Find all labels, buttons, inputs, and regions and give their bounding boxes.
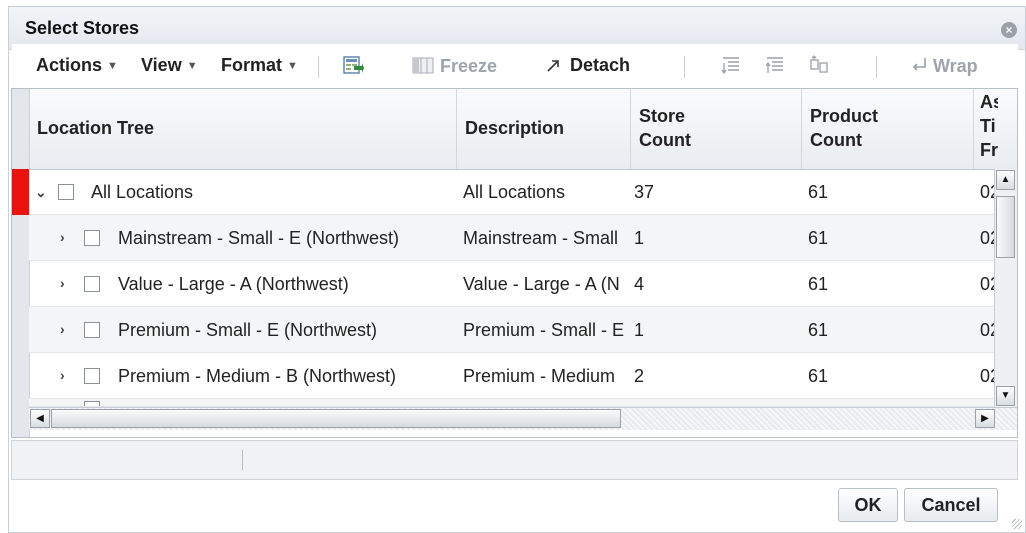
vertical-scroll-thumb[interactable]: [996, 196, 1015, 258]
reorder-columns-icon[interactable]: [808, 54, 830, 76]
location-name: Premium - Small - E (Northwest): [118, 320, 378, 340]
column-header-label: Store: [639, 106, 686, 126]
close-icon[interactable]: ×: [1001, 22, 1017, 38]
scroll-left-icon[interactable]: ◀: [30, 409, 50, 428]
column-header-label: Description: [465, 118, 565, 138]
view-menu-label: View: [141, 55, 182, 75]
location-name: All Locations: [91, 182, 194, 202]
column-header-store-count[interactable]: Store Count: [631, 89, 802, 169]
chevron-right-icon[interactable]: ›: [60, 229, 65, 245]
sort-descending-icon[interactable]: [764, 54, 786, 76]
chevron-down-icon: ▼: [107, 60, 118, 72]
toolbar-divider: [318, 56, 319, 78]
cancel-button[interactable]: Cancel: [904, 488, 998, 522]
view-menu[interactable]: View ▼: [141, 55, 198, 76]
grid-status-bar: [11, 440, 1018, 480]
chevron-right-icon[interactable]: ›: [60, 275, 65, 291]
row-header-column: [12, 89, 30, 437]
product-count-cell: 61: [808, 366, 829, 386]
column-header-label: As: [980, 92, 998, 112]
detach-icon[interactable]: [544, 54, 562, 76]
description-cell: Value - Large - A (N: [463, 274, 620, 294]
store-count-cell: 2: [634, 366, 645, 386]
dialog-title: Select Stores: [25, 18, 140, 38]
location-tree-grid: Location Tree Description Store Count Pr…: [11, 88, 1018, 438]
store-count-cell: 37: [634, 182, 655, 202]
wrap-icon[interactable]: [908, 54, 930, 76]
grid-header-row: Location Tree Description Store Count Pr…: [12, 89, 1017, 170]
table-row[interactable]: ⌄ All Locations All Locations 37 61 02: [29, 169, 1017, 215]
status-divider: [242, 450, 243, 470]
description-cell: Premium - Medium: [463, 366, 616, 386]
vertical-scrollbar[interactable]: ▲ ▼: [994, 169, 1017, 407]
sort-ascending-icon[interactable]: [720, 54, 742, 76]
location-name: Value - Large - A (Northwest): [118, 274, 349, 294]
table-row-partial[interactable]: [29, 399, 1017, 407]
actions-menu-label: Actions: [36, 55, 103, 75]
detach-button[interactable]: Detach: [570, 55, 630, 76]
selected-row-marker: [12, 169, 29, 215]
product-count-cell: 61: [808, 228, 829, 248]
resize-grip-icon[interactable]: [1012, 519, 1022, 529]
row-checkbox[interactable]: [84, 230, 100, 246]
chevron-down-icon: ▼: [287, 60, 298, 72]
column-header-label: Count: [810, 130, 862, 150]
chevron-down-icon[interactable]: ⌄: [35, 184, 47, 201]
row-checkbox[interactable]: [58, 184, 74, 200]
column-header-truncated[interactable]: As Ti Fr: [974, 89, 998, 169]
location-name: Mainstream - Small - E (Northwest): [118, 228, 400, 248]
format-menu[interactable]: Format ▼: [221, 55, 298, 76]
column-header-product-count[interactable]: Product Count: [802, 89, 974, 169]
description-cell: Premium - Small - E: [463, 320, 625, 340]
toolbar-divider: [684, 56, 685, 78]
table-row[interactable]: › Mainstream - Small - E (Northwest) Mai…: [29, 215, 1017, 261]
row-checkbox[interactable]: [84, 368, 100, 384]
scroll-down-icon[interactable]: ▼: [996, 386, 1015, 406]
freeze-icon[interactable]: [411, 54, 435, 76]
horizontal-scroll-thumb[interactable]: [51, 409, 621, 428]
column-header-label: Location Tree: [37, 118, 155, 138]
grid-toolbar: Actions ▼ View ▼ Format ▼ Freeze Detach: [12, 44, 1018, 88]
export-to-excel-icon[interactable]: [342, 54, 364, 76]
column-header-label: Ti: [980, 116, 996, 136]
column-header-location-tree[interactable]: Location Tree: [29, 89, 457, 169]
actions-menu[interactable]: Actions ▼: [36, 55, 118, 76]
description-cell: All Locations: [463, 182, 566, 202]
toolbar-divider: [876, 56, 877, 78]
product-count-cell: 61: [808, 274, 829, 294]
column-header-label: Product: [810, 106, 879, 126]
wrap-button[interactable]: Wrap: [933, 56, 978, 77]
chevron-down-icon: ▼: [186, 60, 198, 72]
store-count-cell: 1: [634, 228, 645, 248]
store-count-cell: 4: [634, 274, 645, 294]
product-count-cell: 61: [808, 182, 829, 202]
row-checkbox[interactable]: [84, 322, 100, 338]
product-count-cell: 61: [808, 320, 829, 340]
column-header-label: Count: [639, 130, 691, 150]
location-name: Premium - Medium - B (Northwest): [118, 366, 397, 386]
table-row[interactable]: › Premium - Medium - B (Northwest) Premi…: [29, 353, 1017, 399]
table-row[interactable]: › Value - Large - A (Northwest) Value - …: [29, 261, 1017, 307]
scroll-up-icon[interactable]: ▲: [996, 170, 1015, 190]
horizontal-scrollbar[interactable]: ◀ ▶: [29, 407, 1017, 430]
chevron-right-icon[interactable]: ›: [60, 367, 65, 383]
table-row[interactable]: › Premium - Small - E (Northwest) Premiu…: [29, 307, 1017, 353]
column-header-label: Fr: [980, 140, 998, 160]
freeze-button[interactable]: Freeze: [440, 56, 497, 77]
column-header-description[interactable]: Description: [457, 89, 631, 169]
format-menu-label: Format: [221, 55, 283, 75]
description-cell: Mainstream - Small: [463, 228, 619, 248]
row-checkbox[interactable]: [84, 276, 100, 292]
chevron-right-icon[interactable]: ›: [60, 321, 65, 337]
ok-button[interactable]: OK: [838, 488, 898, 522]
store-count-cell: 1: [634, 320, 645, 340]
scroll-right-icon[interactable]: ▶: [975, 409, 995, 428]
